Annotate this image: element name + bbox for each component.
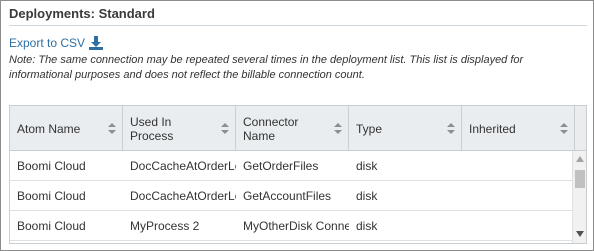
column-header-label: Used In Process: [130, 114, 174, 143]
export-to-csv-link[interactable]: Export to CSV: [9, 36, 104, 50]
column-header-label: Inherited: [469, 121, 516, 136]
download-icon: [89, 36, 104, 50]
column-header-inherited[interactable]: Inherited: [462, 106, 575, 151]
scroll-up-icon[interactable]: [576, 156, 584, 162]
column-header-used-in-process[interactable]: Used In Process: [123, 106, 236, 151]
cell-inherited: [462, 151, 574, 181]
table-row[interactable]: Boomi Cloud MyProcess 2 MyOtherDisk Conn…: [10, 211, 574, 241]
panel-title: Deployments: Standard: [9, 6, 155, 21]
cell-used-in-process: MyProcess 2: [130, 219, 200, 233]
column-header-label: Atom Name: [17, 121, 81, 136]
column-header-type[interactable]: Type: [349, 106, 462, 151]
column-header-connector-name[interactable]: Connector Name: [236, 106, 349, 151]
table-row[interactable]: Boomi Cloud DocCacheAtOrderLevel GetOrde…: [10, 151, 574, 181]
scroll-down-icon[interactable]: [576, 231, 584, 237]
cell-connector-name: MyOtherDisk Connection: [243, 219, 349, 233]
deployments-table: Atom Name Used In Process Connector Name…: [9, 105, 587, 244]
sort-icon[interactable]: [108, 123, 116, 134]
column-header-atom-name[interactable]: Atom Name: [10, 106, 123, 151]
column-header-label: Type: [356, 121, 383, 136]
cell-atom-name: Boomi Cloud: [17, 189, 86, 203]
column-header-label: Connector Name: [243, 114, 299, 143]
cell-used-in-process: DocCacheAtOrderLevel: [130, 159, 236, 173]
sort-icon[interactable]: [221, 123, 229, 134]
title-divider: [9, 25, 587, 26]
cell-type: disk: [356, 219, 378, 233]
vertical-scrollbar[interactable]: [572, 151, 586, 243]
cell-atom-name: Boomi Cloud: [17, 159, 86, 173]
sort-icon[interactable]: [447, 123, 455, 134]
cell-inherited: [462, 181, 574, 211]
scrollbar-thumb[interactable]: [575, 170, 585, 188]
cell-atom-name: Boomi Cloud: [17, 219, 86, 233]
table-header: Atom Name Used In Process Connector Name…: [10, 106, 586, 151]
cell-connector-name: GetAccountFiles: [243, 189, 332, 203]
export-to-csv-label: Export to CSV: [9, 36, 86, 50]
cell-used-in-process: DocCacheAtOrderLevel: [130, 189, 236, 203]
cell-inherited: [462, 211, 574, 241]
deployments-panel: Deployments: Standard Export to CSV Note…: [0, 0, 594, 251]
sort-icon[interactable]: [560, 123, 568, 134]
deployment-note: Note: The same connection may be repeate…: [9, 54, 524, 81]
cell-connector-name: GetOrderFiles: [243, 159, 319, 173]
cell-type: disk: [356, 189, 378, 203]
table-row[interactable]: Boomi Cloud DocCacheAtOrderLevel GetAcco…: [10, 181, 574, 211]
cell-type: disk: [356, 159, 378, 173]
sort-icon[interactable]: [334, 123, 342, 134]
